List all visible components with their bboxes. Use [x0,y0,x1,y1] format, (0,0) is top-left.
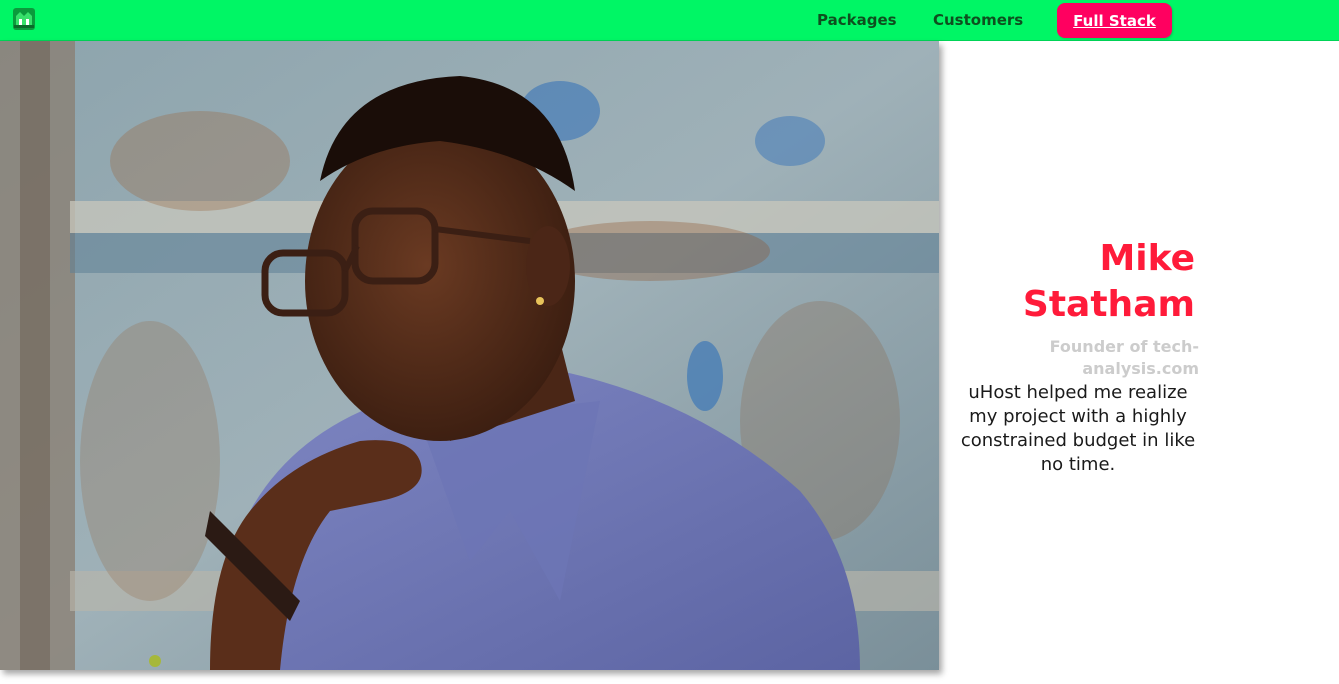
customer-photo [0,41,939,670]
customer-role: Founder of tech-analysis.com [1049,337,1199,378]
customer-quote: uHost helped me realize my project with … [960,382,1196,475]
uhost-logo-icon[interactable] [12,7,36,31]
customer-name: Mike Statham [1022,238,1195,325]
main-header: Packages Customers Full Stack [0,0,1339,41]
nav-link-customers[interactable]: Customers [933,11,1023,29]
nav-link-packages[interactable]: Packages [817,11,897,29]
full-stack-button[interactable]: Full Stack [1057,3,1172,38]
